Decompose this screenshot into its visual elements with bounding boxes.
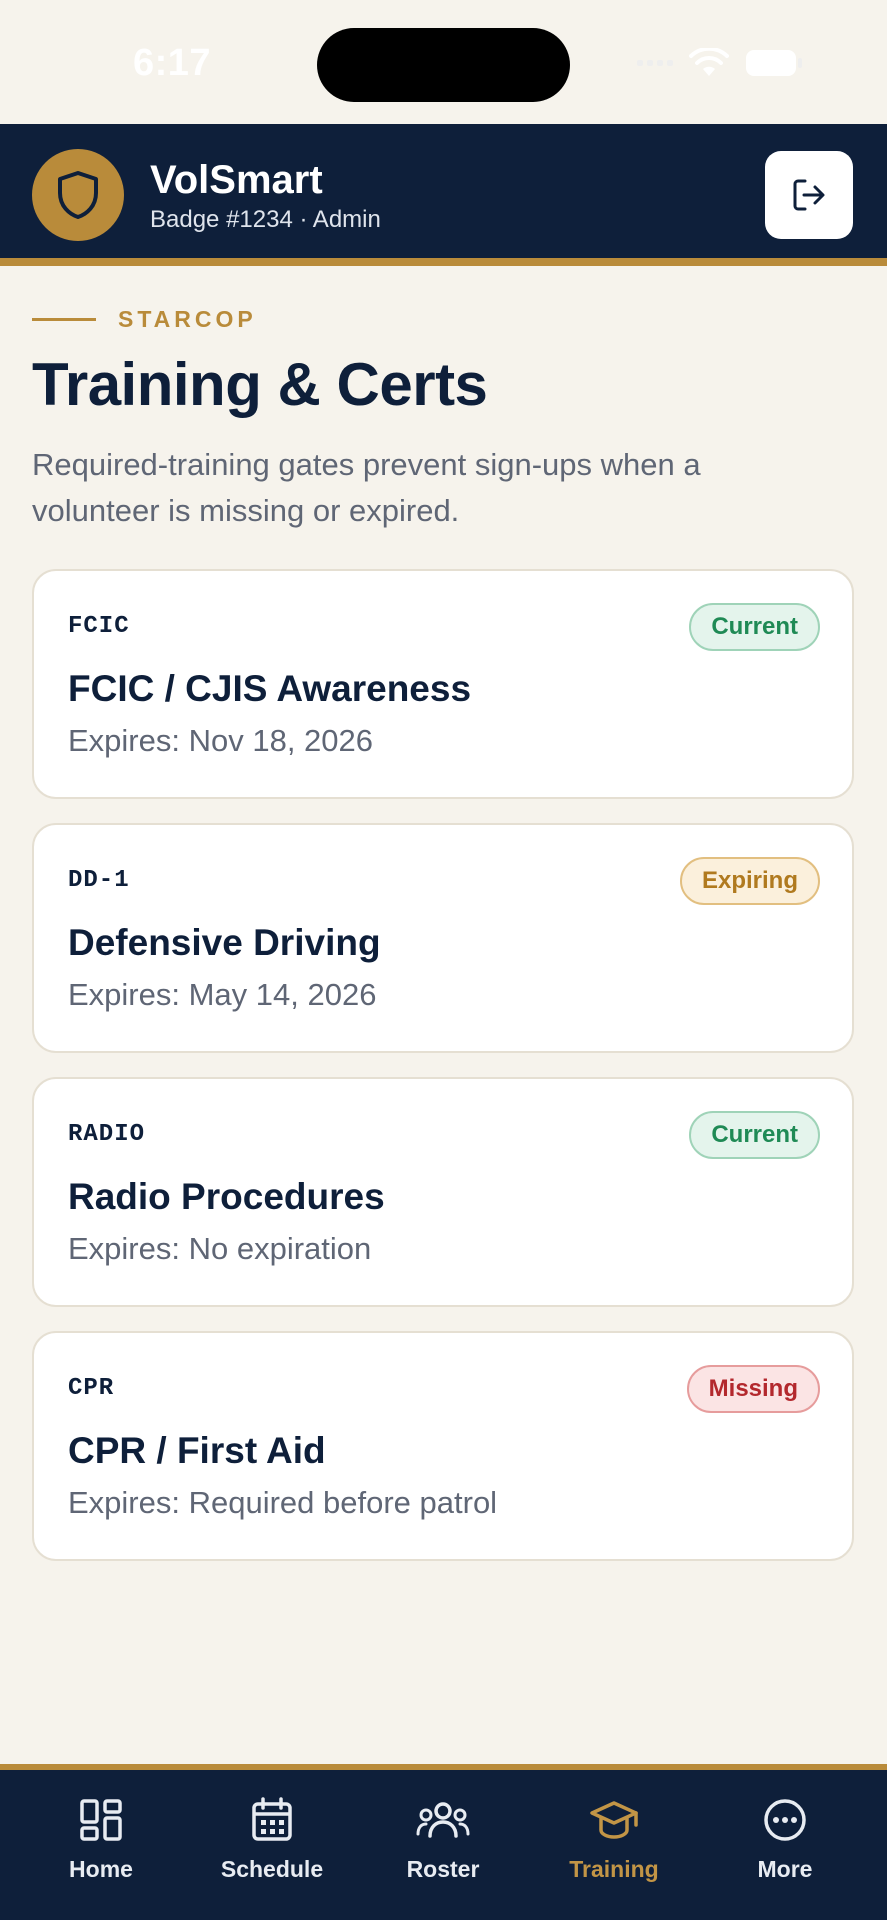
nav-item-schedule[interactable]: Schedule — [187, 1794, 357, 1894]
status-time: 6:17 — [133, 42, 212, 84]
people-icon — [416, 1794, 470, 1846]
status-bar: 6:17 — [0, 0, 887, 124]
cert-code: FCIC — [68, 613, 130, 640]
nav-item-more[interactable]: More — [700, 1794, 870, 1894]
app-name: VolSmart — [150, 158, 323, 202]
logout-button[interactable] — [765, 151, 853, 239]
nav-item-training[interactable]: Training — [529, 1794, 699, 1894]
cellular-signal-icon — [637, 60, 673, 66]
cert-card-fcic[interactable]: FCIC Current FCIC / CJIS Awareness Expir… — [32, 569, 854, 799]
nav-label: Home — [69, 1856, 133, 1882]
battery-icon — [745, 49, 803, 77]
nav-label: More — [757, 1856, 813, 1882]
status-badge: Current — [689, 603, 820, 651]
nav-label: Roster — [406, 1856, 480, 1882]
cert-code: DD-1 — [68, 867, 130, 894]
wifi-icon — [689, 48, 729, 78]
nav-label: Schedule — [220, 1856, 324, 1882]
page-title: Training & Certs — [32, 351, 488, 418]
app-screen: 6:17 VolSmart Badge #1234 · Admin STARCO… — [0, 0, 887, 1920]
shield-icon — [32, 149, 124, 241]
cert-title: Defensive Driving — [68, 922, 381, 963]
more-icon — [762, 1794, 808, 1846]
bottom-nav: Home Schedule Roster Training More — [0, 1764, 887, 1920]
cert-title: FCIC / CJIS Awareness — [68, 668, 472, 709]
user-badge-role: Badge #1234 · Admin — [150, 206, 381, 233]
logout-icon — [793, 179, 825, 211]
status-icons — [637, 48, 803, 78]
section-eyebrow: STARCOP — [32, 306, 257, 333]
app-header: VolSmart Badge #1234 · Admin — [0, 124, 887, 266]
nav-item-roster[interactable]: Roster — [358, 1794, 528, 1894]
status-badge: Missing — [686, 1365, 820, 1413]
cert-title: Radio Procedures — [68, 1176, 385, 1217]
status-badge: Expiring — [679, 857, 820, 905]
calendar-icon — [250, 1794, 294, 1846]
cert-expiry: Expires: No expiration — [68, 1231, 372, 1266]
cert-card-radio[interactable]: RADIO Current Radio Procedures Expires: … — [32, 1077, 854, 1307]
status-badge: Current — [689, 1111, 820, 1159]
cert-title: CPR / First Aid — [68, 1430, 326, 1471]
dynamic-island — [317, 28, 570, 102]
nav-label: Training — [569, 1856, 659, 1882]
page-description: Required-training gates prevent sign-ups… — [32, 447, 701, 528]
cert-expiry: Expires: Nov 18, 2026 — [68, 723, 374, 758]
cert-card-dd1[interactable]: DD-1 Expiring Defensive Driving Expires:… — [32, 823, 854, 1053]
graduation-cap-icon — [589, 1794, 639, 1846]
cert-code: RADIO — [68, 1121, 146, 1148]
cert-card-cpr[interactable]: CPR Missing CPR / First Aid Expires: Req… — [32, 1331, 854, 1561]
dashboard-icon — [79, 1794, 123, 1846]
eyebrow-divider — [32, 318, 96, 321]
cert-expiry: Expires: Required before patrol — [68, 1485, 498, 1520]
cert-code: CPR — [68, 1375, 115, 1402]
cert-expiry: Expires: May 14, 2026 — [68, 977, 377, 1012]
eyebrow-label: STARCOP — [118, 306, 257, 332]
nav-item-home[interactable]: Home — [16, 1794, 186, 1894]
